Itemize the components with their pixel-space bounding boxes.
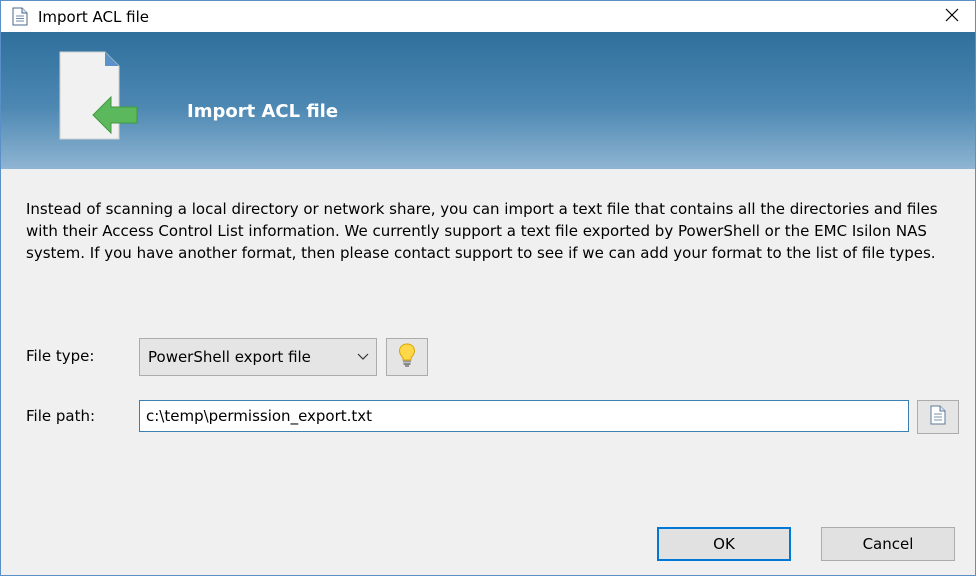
banner-title: Import ACL file <box>187 101 339 122</box>
lightbulb-icon <box>398 343 416 371</box>
import-file-icon <box>57 49 139 143</box>
file-type-help-button[interactable] <box>386 338 428 376</box>
close-icon <box>944 7 960 27</box>
file-type-label: File type: <box>26 347 95 365</box>
import-acl-dialog: Import ACL file Import ACL file Instead … <box>0 0 976 576</box>
document-icon <box>930 405 946 429</box>
browse-file-button[interactable] <box>917 400 959 434</box>
file-type-select[interactable]: PowerShell export file <box>139 338 377 376</box>
chevron-down-icon <box>350 353 376 361</box>
close-button[interactable] <box>929 1 975 32</box>
file-path-label: File path: <box>26 407 96 425</box>
window-title: Import ACL file <box>38 8 149 26</box>
cancel-button[interactable]: Cancel <box>821 527 955 561</box>
header-banner: Import ACL file <box>1 32 975 169</box>
document-icon <box>12 7 28 26</box>
file-type-value: PowerShell export file <box>148 348 311 366</box>
title-bar: Import ACL file <box>1 1 975 32</box>
file-path-input[interactable] <box>139 400 909 432</box>
description-text: Instead of scanning a local directory or… <box>26 200 938 262</box>
ok-button[interactable]: OK <box>657 527 791 561</box>
